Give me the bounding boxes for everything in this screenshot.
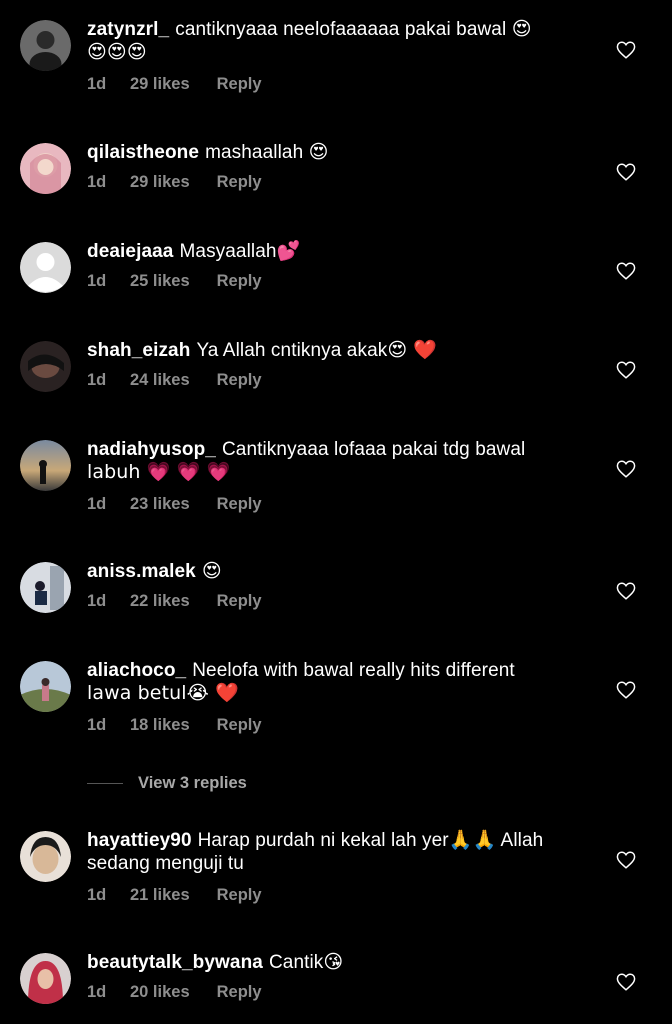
comment-text: zatynzrl_ cantiknyaaa neelofaaaaaa pakai … bbox=[87, 18, 532, 63]
comment-meta: 1d 21 likes Reply bbox=[87, 886, 587, 905]
reply-button[interactable]: Reply bbox=[217, 371, 262, 390]
heart-icon[interactable] bbox=[616, 582, 636, 600]
heart-icon[interactable] bbox=[616, 973, 636, 991]
username[interactable]: aliachoco_ bbox=[87, 660, 186, 681]
avatar[interactable] bbox=[20, 661, 71, 712]
comment-meta: 1d 22 likes Reply bbox=[87, 592, 587, 611]
likes-count[interactable]: 29 likes bbox=[130, 173, 190, 192]
likes-count[interactable]: 25 likes bbox=[130, 272, 190, 291]
heart-icon[interactable] bbox=[616, 460, 636, 478]
comment-text: nadiahyusop_ Cantiknyaaa lofaaa pakai tdg… bbox=[87, 439, 526, 483]
comment-text: aliachoco_ Neelofa with bawal really hits… bbox=[87, 660, 515, 704]
view-replies-label: View 3 replies bbox=[138, 773, 247, 792]
username[interactable]: shah_eizah bbox=[87, 340, 190, 361]
likes-count[interactable]: 23 likes bbox=[130, 495, 190, 514]
comment-meta: 1d 18 likes Reply bbox=[87, 716, 587, 735]
username[interactable]: beautytalk_bywana bbox=[87, 952, 263, 973]
comment-meta: 1d 23 likes Reply bbox=[87, 495, 587, 514]
reply-button[interactable]: Reply bbox=[217, 592, 262, 611]
username[interactable]: aniss.malek bbox=[87, 561, 196, 582]
avatar[interactable] bbox=[20, 953, 71, 1004]
reply-button[interactable]: Reply bbox=[217, 495, 262, 514]
comment-meta: 1d 24 likes Reply bbox=[87, 371, 587, 390]
username[interactable]: deaiejaaa bbox=[87, 241, 173, 262]
likes-count[interactable]: 20 likes bbox=[130, 983, 190, 1002]
avatar[interactable] bbox=[20, 341, 71, 392]
heart-icon[interactable] bbox=[616, 262, 636, 280]
comment-text: deaiejaaa Masyaallah💕 bbox=[87, 240, 301, 262]
reply-button[interactable]: Reply bbox=[217, 75, 262, 94]
avatar[interactable] bbox=[20, 562, 71, 613]
reply-button[interactable]: Reply bbox=[217, 173, 262, 192]
comment-text: beautytalk_bywana Cantik😘 bbox=[87, 951, 344, 973]
comment-meta: 1d 29 likes Reply bbox=[87, 75, 587, 94]
comment-text: aniss.malek 😍 bbox=[87, 560, 222, 582]
likes-count[interactable]: 21 likes bbox=[130, 886, 190, 905]
timestamp: 1d bbox=[87, 173, 107, 191]
timestamp: 1d bbox=[87, 75, 107, 93]
avatar[interactable] bbox=[20, 831, 71, 882]
username[interactable]: qilaistheone bbox=[87, 142, 199, 163]
timestamp: 1d bbox=[87, 592, 107, 610]
likes-count[interactable]: 22 likes bbox=[130, 592, 190, 611]
likes-count[interactable]: 24 likes bbox=[130, 371, 190, 390]
timestamp: 1d bbox=[87, 272, 107, 290]
username[interactable]: nadiahyusop_ bbox=[87, 439, 216, 460]
comment-text: hayattiey90 Harap purdah ni kekal lah yer… bbox=[87, 830, 544, 874]
avatar[interactable] bbox=[20, 20, 71, 71]
reply-button[interactable]: Reply bbox=[217, 886, 262, 905]
comment-meta: 1d 20 likes Reply bbox=[87, 983, 587, 1002]
timestamp: 1d bbox=[87, 371, 107, 389]
reply-button[interactable]: Reply bbox=[217, 272, 262, 291]
view-replies-button[interactable]: View 3 replies bbox=[87, 772, 247, 794]
timestamp: 1d bbox=[87, 983, 107, 1001]
comment-text: qilaistheone mashaallah 😍 bbox=[87, 141, 329, 163]
reply-button[interactable]: Reply bbox=[217, 716, 262, 735]
timestamp: 1d bbox=[87, 886, 107, 904]
comment-text: shah_eizah Ya Allah cntiknya akak😍 ❤️ bbox=[87, 339, 438, 361]
heart-icon[interactable] bbox=[616, 163, 636, 181]
heart-icon[interactable] bbox=[616, 361, 636, 379]
likes-count[interactable]: 18 likes bbox=[130, 716, 190, 735]
heart-icon[interactable] bbox=[616, 681, 636, 699]
avatar[interactable] bbox=[20, 242, 71, 293]
comment-meta: 1d 25 likes Reply bbox=[87, 272, 587, 291]
avatar[interactable] bbox=[20, 440, 71, 491]
likes-count[interactable]: 29 likes bbox=[130, 75, 190, 94]
timestamp: 1d bbox=[87, 716, 107, 734]
username[interactable]: zatynzrl_ bbox=[87, 19, 169, 40]
heart-icon[interactable] bbox=[616, 851, 636, 869]
avatar[interactable] bbox=[20, 143, 71, 194]
username[interactable]: hayattiey90 bbox=[87, 830, 192, 851]
reply-button[interactable]: Reply bbox=[217, 983, 262, 1002]
timestamp: 1d bbox=[87, 495, 107, 513]
comment-meta: 1d 29 likes Reply bbox=[87, 173, 587, 192]
divider bbox=[87, 782, 123, 784]
heart-icon[interactable] bbox=[616, 41, 636, 59]
